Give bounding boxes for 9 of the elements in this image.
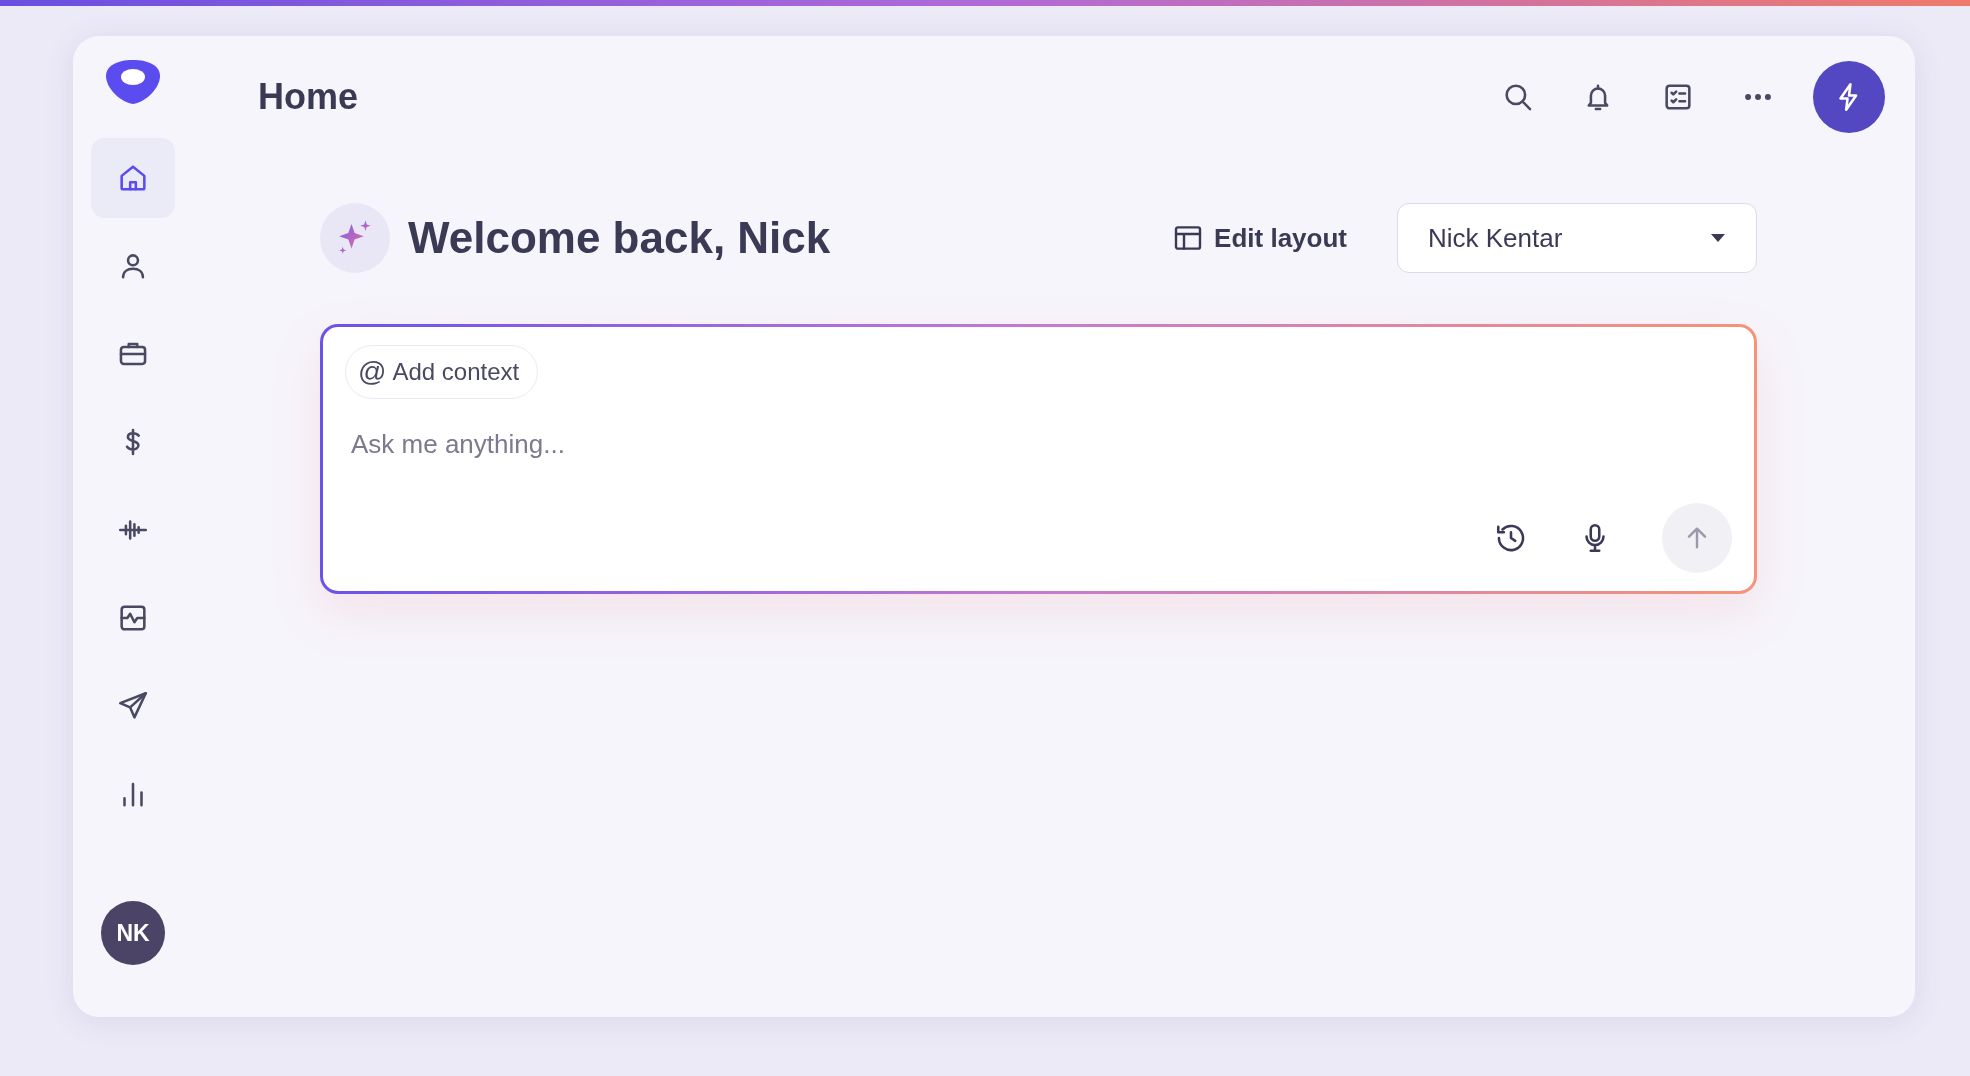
- edit-layout-button[interactable]: Edit layout: [1172, 222, 1347, 254]
- sidebar-item[interactable]: [91, 138, 175, 218]
- welcome-heading: Welcome back, Nick: [408, 213, 832, 263]
- add-context-button[interactable]: @ Add context: [345, 345, 539, 399]
- caret-icon: [1710, 233, 1726, 243]
- user-avatar[interactable]: NK: [101, 901, 165, 965]
- page-title: Home: [258, 76, 360, 118]
- user-dropdown[interactable]: Nick Kentar: [1397, 203, 1757, 273]
- logo-icon[interactable]: [103, 58, 163, 106]
